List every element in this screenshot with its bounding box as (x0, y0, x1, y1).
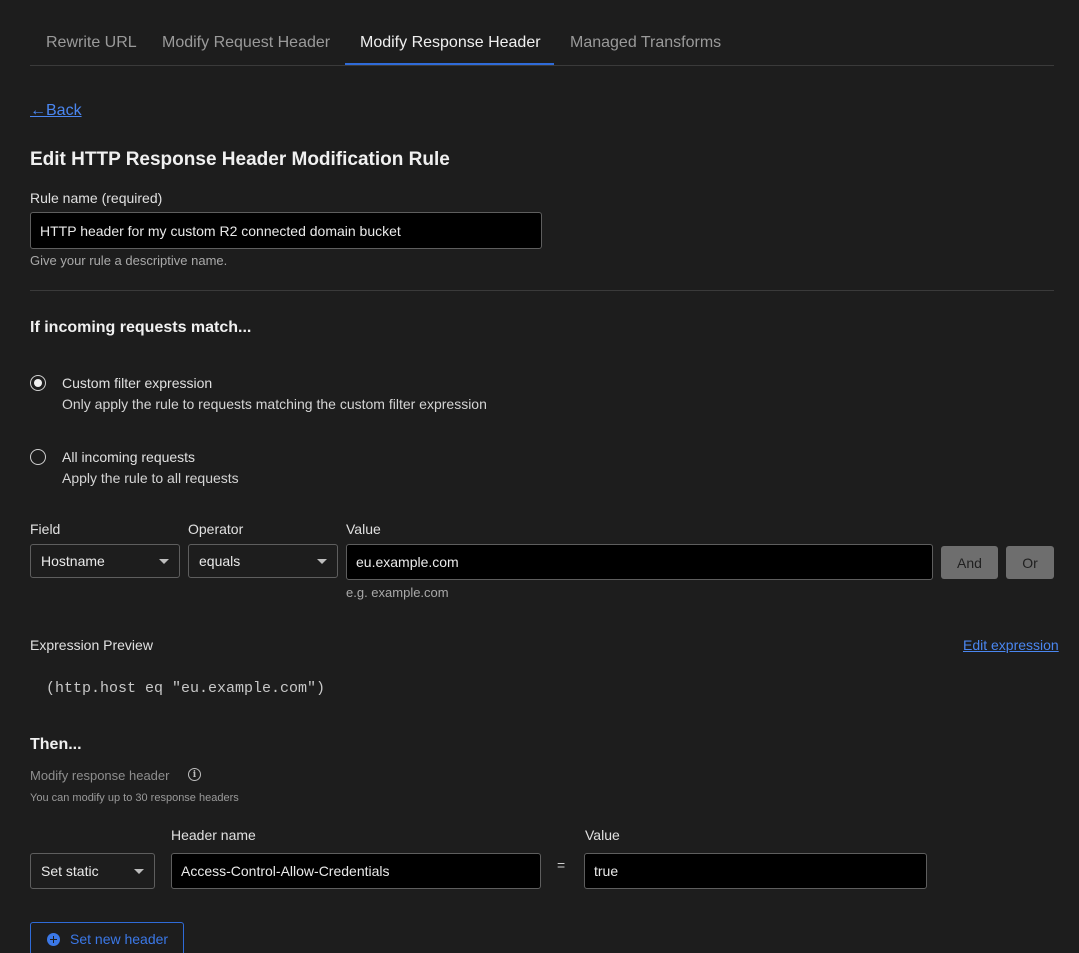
tab-rewrite-url[interactable]: Rewrite URL (46, 34, 137, 52)
operator-label: Operator (188, 521, 244, 537)
operator-select[interactable]: equals (188, 544, 338, 578)
info-icon[interactable]: i (188, 768, 201, 781)
value-input-value: eu.example.com (356, 554, 459, 570)
radio-selected-dot (34, 379, 42, 387)
header-value-label: Value (585, 827, 620, 843)
all-requests-title[interactable]: All incoming requests (62, 449, 195, 465)
header-action-value: Set static (41, 863, 99, 879)
plus-circle-icon (47, 932, 60, 946)
value-label: Value (346, 521, 381, 537)
back-link[interactable]: ←Back (30, 102, 82, 120)
chevron-down-icon (134, 868, 144, 874)
header-value-value: true (594, 863, 619, 879)
radio-all-requests[interactable] (30, 449, 46, 465)
and-button[interactable]: And (941, 546, 998, 579)
or-button[interactable]: Or (1006, 546, 1054, 579)
arrow-left-icon: ← (30, 102, 46, 119)
value-hint: e.g. example.com (346, 585, 449, 600)
then-subheading: Modify response header (30, 768, 170, 783)
set-new-header-label: Set new header (70, 931, 169, 947)
chevron-down-icon (159, 558, 169, 564)
tab-bar: Rewrite URL Modify Request Header Modify… (30, 20, 1054, 66)
expression-code: (http.host eq "eu.example.com") (46, 680, 326, 697)
all-requests-description: Apply the rule to all requests (62, 470, 239, 486)
rule-name-label: Rule name (required) (30, 190, 163, 206)
expression-preview-label: Expression Preview (30, 637, 153, 653)
tab-managed-transforms[interactable]: Managed Transforms (570, 34, 721, 52)
equals-sign: = (557, 857, 566, 873)
field-label: Field (30, 521, 61, 537)
custom-filter-description: Only apply the rule to requests matching… (62, 396, 487, 412)
section-divider (30, 290, 1054, 291)
chevron-down-icon (317, 558, 327, 564)
radio-custom-filter[interactable] (30, 375, 46, 391)
field-select-value: Hostname (41, 553, 105, 569)
match-heading: If incoming requests match... (30, 319, 252, 336)
header-limit-hint: You can modify up to 30 response headers (30, 792, 239, 804)
then-heading: Then... (30, 736, 82, 753)
header-value-input[interactable]: true (584, 853, 927, 889)
back-link-label: Back (46, 102, 82, 119)
rule-name-input[interactable]: HTTP header for my custom R2 connected d… (30, 212, 542, 249)
custom-filter-title[interactable]: Custom filter expression (62, 375, 212, 391)
header-name-value: Access-Control-Allow-Credentials (181, 863, 390, 879)
header-action-select[interactable]: Set static (30, 853, 155, 889)
edit-expression-link[interactable]: Edit expression (963, 637, 1059, 653)
page-title: Edit HTTP Response Header Modification R… (30, 149, 450, 170)
tab-modify-response-header[interactable]: Modify Response Header (360, 34, 541, 52)
tab-modify-request-header[interactable]: Modify Request Header (162, 34, 330, 52)
header-name-label: Header name (171, 827, 256, 843)
rule-name-help: Give your rule a descriptive name. (30, 253, 228, 268)
value-input[interactable]: eu.example.com (346, 544, 933, 580)
rule-name-value: HTTP header for my custom R2 connected d… (40, 222, 401, 239)
active-tab-indicator (345, 63, 554, 65)
set-new-header-button[interactable]: Set new header (30, 922, 184, 953)
field-select[interactable]: Hostname (30, 544, 180, 578)
operator-select-value: equals (199, 553, 241, 569)
header-name-input[interactable]: Access-Control-Allow-Credentials (171, 853, 541, 889)
